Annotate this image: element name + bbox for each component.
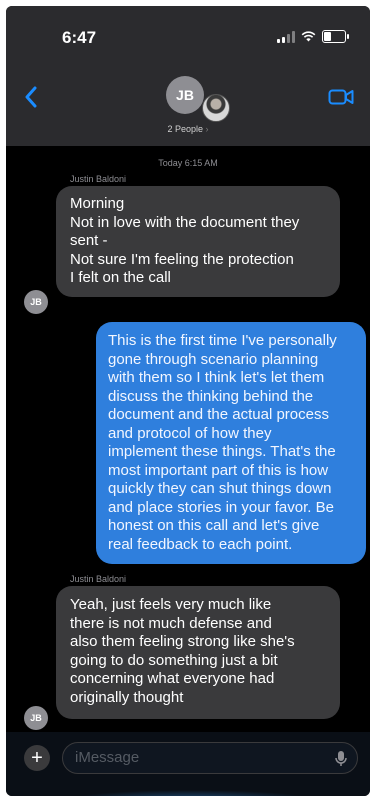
message-line: gone through scenario planning	[108, 350, 319, 368]
message-bubble-received[interactable]: Morning Not in love with the document th…	[56, 186, 340, 297]
conversation-timestamp: Today 6:15 AM	[158, 158, 218, 168]
plus-button[interactable]: +	[24, 745, 50, 771]
message-line: and protocol of how they	[108, 424, 272, 442]
message-line: quickly they can shut things down	[108, 480, 332, 497]
conversation-header: 6:47 JB 2 People ›	[6, 6, 370, 146]
message-line: and place stories in your favor. Be	[108, 498, 334, 516]
video-call-button[interactable]	[328, 88, 354, 111]
message-line: I felt on the call	[70, 269, 171, 286]
wifi-icon	[301, 31, 316, 42]
status-time: 6:47	[62, 28, 97, 47]
chevron-left-icon	[25, 86, 37, 108]
message-line: there is not much defense and	[70, 614, 272, 632]
message-line: with them so I think let's let them	[108, 369, 325, 386]
member-photo-avatar	[202, 94, 230, 122]
message-line: originally thought	[70, 688, 184, 706]
sender-name: Justin Baldoni	[70, 174, 127, 184]
message-line: real feedback to each point.	[108, 535, 293, 553]
message-composer: + iMessage	[6, 732, 370, 796]
sender-name: Justin Baldoni	[70, 574, 127, 584]
imessage-input[interactable]: iMessage	[62, 742, 358, 774]
input-placeholder: iMessage	[75, 749, 140, 766]
message-line: most important part of this is how	[108, 461, 329, 479]
battery-icon	[322, 30, 349, 43]
video-camera-icon	[328, 89, 354, 105]
message-line: Not in love with the document they	[70, 213, 300, 231]
back-button[interactable]	[24, 84, 38, 114]
group-avatar[interactable]: JB	[166, 76, 204, 114]
cellular-signal-icon	[277, 30, 295, 43]
sender-avatar[interactable]: JB	[24, 290, 48, 314]
message-bubble-sent[interactable]: This is the first time I've personally g…	[96, 322, 366, 564]
people-count: 2 People	[167, 124, 203, 134]
message-line: also them feeling strong like she's	[70, 633, 295, 650]
message-line: discuss the thinking behind the	[108, 387, 314, 405]
message-line: Morning	[70, 195, 125, 212]
home-indicator-glow	[66, 790, 316, 796]
message-line: honest on this call and let's give	[108, 517, 320, 534]
message-line: This is the first time I've personally	[108, 332, 337, 349]
message-line: Not sure I'm feeling the protection	[70, 250, 294, 268]
message-line: implement these things. That's the	[108, 443, 336, 460]
message-line: concerning what everyone had	[70, 670, 275, 687]
message-bubble-received[interactable]: Yeah, just feels very much like there is…	[56, 586, 340, 719]
sender-avatar[interactable]: JB	[24, 706, 48, 730]
message-line: document and the actual process	[108, 406, 329, 423]
status-icons	[277, 30, 349, 43]
message-line: going to do something just a bit	[70, 651, 278, 669]
microphone-icon[interactable]	[335, 750, 347, 768]
group-subtitle[interactable]: 2 People ›	[6, 124, 370, 134]
phone-screen: 6:47 JB 2 People › Today 6:15 AM Justin …	[6, 6, 370, 796]
message-line: Yeah, just feels very much like	[70, 596, 272, 613]
plus-icon: +	[31, 747, 43, 769]
chevron-right-icon: ›	[205, 124, 209, 134]
message-line: sent -	[70, 232, 108, 249]
